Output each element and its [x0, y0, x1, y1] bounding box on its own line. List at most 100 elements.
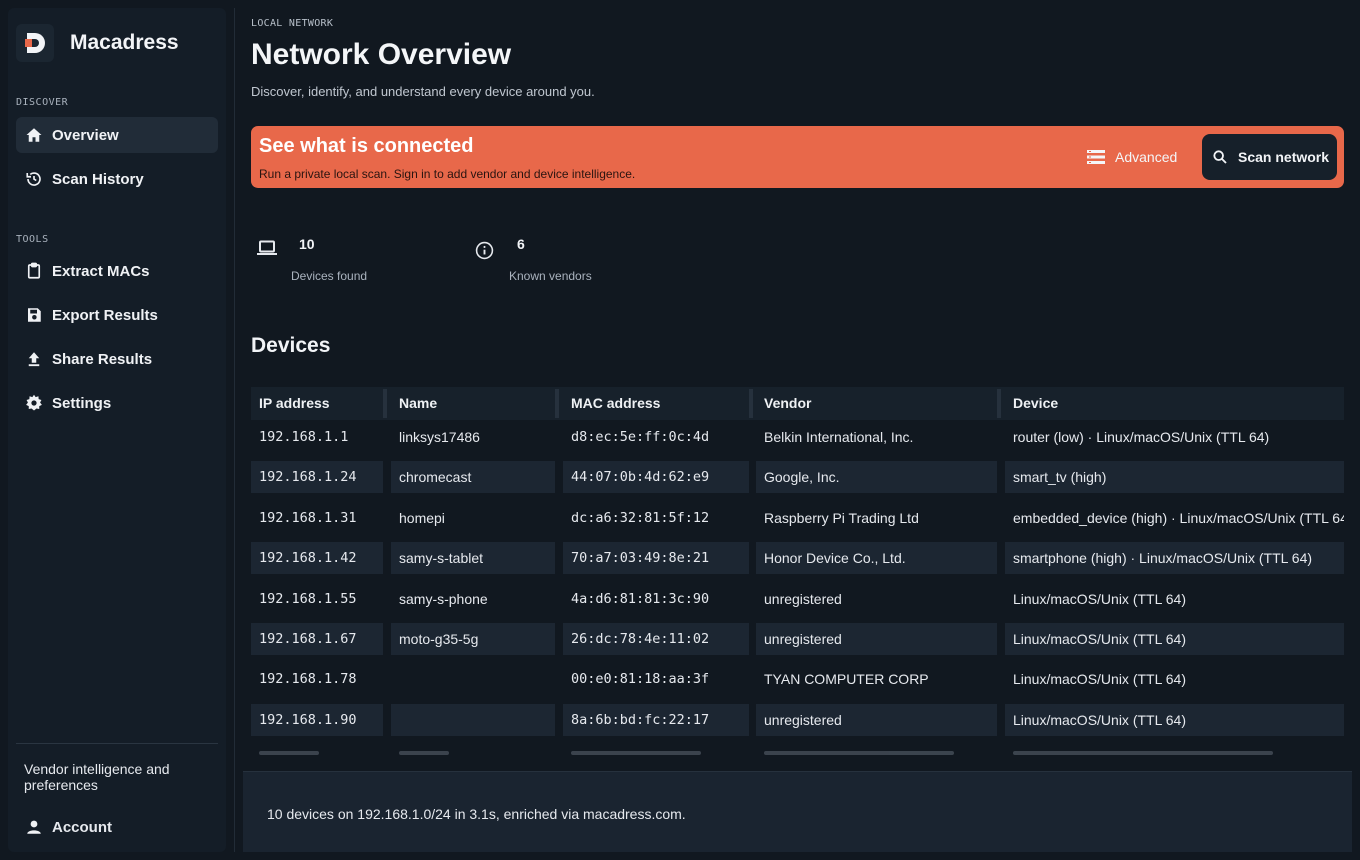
cell-device: embedded_device (high) · Linux/macOS/Uni…: [1013, 509, 1344, 526]
sidebar-item-label: Share Results: [52, 350, 153, 368]
status-footer: 10 devices on 192.168.1.0/24 in 3.1s, en…: [243, 771, 1352, 852]
cell-mac: d8:ec:5e:ff:0c:4d: [571, 429, 710, 445]
laptop-icon: [257, 240, 277, 256]
cell-vendor: Belkin International, Inc.: [764, 429, 914, 445]
sidebar: Macadress DISCOVER Overview Scan History…: [8, 8, 226, 852]
cell-name: chromecast: [391, 461, 555, 494]
sidebar-divider: [16, 743, 218, 744]
page-title: Network Overview: [251, 38, 512, 71]
main-content: LOCAL NETWORK Network Overview Discover,…: [251, 0, 1360, 860]
cell-name: [391, 663, 555, 695]
sidebar-item-settings[interactable]: Settings: [16, 385, 218, 421]
cell-ip: 192.168.1.1: [259, 429, 349, 445]
cell-mac: dc:a6:32:81:5f:12: [571, 509, 710, 526]
cell-device: router (low) · Linux/macOS/Unix (TTL 64): [1013, 429, 1270, 445]
gear-icon: [24, 393, 44, 413]
cell-mac: 4a:d6:81:81:3c:90: [571, 590, 710, 607]
column-header-vendor[interactable]: Vendor: [756, 387, 997, 420]
history-icon: [24, 169, 44, 189]
page-subtitle: Discover, identify, and understand every…: [251, 84, 595, 99]
table-row[interactable]: 192.168.1.90 8a:6b:bd:fc:22:17 unregistere…: [251, 703, 1344, 736]
column-resize-handle[interactable]: [383, 389, 387, 418]
sidebar-item-label: Scan History: [52, 170, 144, 188]
column-resize-handle[interactable]: [997, 389, 1001, 418]
sidebar-splitter[interactable]: [234, 8, 235, 852]
cell-vendor: unregistered: [756, 703, 997, 736]
user-icon: [24, 817, 44, 837]
account-label: Account: [52, 818, 112, 836]
cell-ip: 192.168.1.78: [259, 671, 357, 688]
cell-ip: 192.168.1.24: [251, 461, 383, 494]
table-row[interactable]: 192.168.1.24 chromecast 44:07:0b:4d:62:e9 G…: [251, 461, 1344, 494]
column-header-name[interactable]: Name: [391, 387, 555, 420]
column-header-ip[interactable]: IP address: [251, 387, 383, 420]
sidebar-item-overview[interactable]: Overview: [16, 117, 218, 153]
sidebar-item-label: Settings: [52, 394, 112, 412]
cell-mac: 70:a7:03:49:8e:21: [563, 542, 749, 575]
cell-device: Linux/macOS/Unix (TTL 64): [1005, 623, 1344, 655]
cell-name: homepi: [399, 509, 445, 526]
table-row[interactable]: 192.168.1.42 samy-s-tablet 70:a7:03:49:8e:…: [251, 542, 1344, 575]
table-header: IP address Name MAC address Vendor Devic…: [251, 387, 1344, 420]
cell-vendor: TYAN COMPUTER CORP: [764, 671, 929, 688]
table-row[interactable]: 192.168.1.55 samy-s-phone 4a:d6:81:81:3c:9…: [251, 583, 1344, 615]
table-row[interactable]: 192.168.1.31 homepi dc:a6:32:81:5f:12 Raspb…: [251, 502, 1344, 534]
stat-value: 6: [517, 236, 525, 252]
save-icon: [24, 305, 44, 325]
cell-mac: 44:07:0b:4d:62:e9: [563, 461, 749, 494]
account-button[interactable]: Account: [16, 810, 112, 844]
search-icon: [1212, 149, 1228, 165]
partially-visible-row: [251, 751, 1344, 755]
sidebar-item-label: Overview: [52, 126, 119, 144]
cell-ip: 192.168.1.55: [259, 590, 357, 607]
sidebar-item-extract-macs[interactable]: Extract MACs: [16, 253, 218, 289]
cell-ip: 192.168.1.90: [251, 703, 383, 736]
cell-device: smart_tv (high): [1005, 461, 1344, 494]
cell-name: [391, 703, 555, 736]
advanced-label: Advanced: [1115, 149, 1178, 165]
sidebar-item-scan-history[interactable]: Scan History: [16, 161, 218, 197]
table-row[interactable]: 192.168.1.78 00:e0:81:18:aa:3f TYAN COMPUT…: [251, 663, 1344, 695]
app-name: Macadress: [70, 31, 179, 54]
sidebar-item-label: Export Results: [52, 306, 158, 324]
cell-ip: 192.168.1.31: [259, 509, 357, 526]
column-resize-handle[interactable]: [555, 389, 559, 418]
breadcrumb: LOCAL NETWORK: [251, 18, 334, 29]
cell-mac: 00:e0:81:18:aa:3f: [571, 671, 710, 688]
banner-title: See what is connected: [259, 135, 474, 157]
devices-section-title: Devices: [251, 334, 331, 357]
advanced-button[interactable]: Advanced: [1087, 142, 1177, 172]
upload-icon: [24, 349, 44, 369]
scan-network-label: Scan network: [1238, 149, 1330, 165]
cell-name: moto-g35-5g: [391, 623, 555, 655]
cell-vendor: Raspberry Pi Trading Ltd: [764, 509, 919, 526]
stat-label: Devices found: [291, 269, 368, 283]
column-header-mac[interactable]: MAC address: [563, 387, 749, 420]
devices-table: IP address Name MAC address Vendor Devic…: [251, 387, 1344, 755]
scan-network-button[interactable]: Scan network: [1202, 134, 1337, 180]
cell-mac: 26:dc:78:4e:11:02: [563, 623, 749, 655]
cell-device: Linux/macOS/Unix (TTL 64): [1013, 590, 1186, 607]
stat-value: 10: [299, 236, 315, 252]
cell-device: Linux/macOS/Unix (TTL 64): [1005, 703, 1344, 736]
info-icon: [475, 241, 494, 260]
column-header-device[interactable]: Device: [1005, 387, 1344, 420]
table-row[interactable]: 192.168.1.67 moto-g35-5g 26:dc:78:4e:11:02…: [251, 623, 1344, 655]
sidebar-item-share-results[interactable]: Share Results: [16, 341, 218, 377]
home-icon: [24, 125, 44, 145]
list-icon: [1087, 149, 1105, 165]
vendor-intelligence-link[interactable]: Vendor intelligence and preferences: [24, 761, 204, 793]
cell-mac: 8a:6b:bd:fc:22:17: [563, 703, 749, 736]
cell-vendor: unregistered: [764, 590, 842, 607]
stat-label: Known vendors: [509, 269, 592, 283]
sidebar-item-export-results[interactable]: Export Results: [16, 297, 218, 333]
column-resize-handle[interactable]: [749, 389, 753, 418]
banner-subtitle: Run a private local scan. Sign in to add…: [259, 167, 636, 181]
scan-banner: See what is connected Run a private loca…: [251, 126, 1344, 188]
brand[interactable]: Macadress: [16, 16, 179, 70]
table-row[interactable]: 192.168.1.1 linksys17486 d8:ec:5e:ff:0c:4d…: [251, 421, 1344, 453]
cell-vendor: unregistered: [756, 623, 997, 655]
cell-vendor: Honor Device Co., Ltd.: [756, 542, 997, 575]
cell-device: smartphone (high) · Linux/macOS/Unix (TT…: [1005, 542, 1344, 575]
cell-ip: 192.168.1.67: [251, 623, 383, 655]
